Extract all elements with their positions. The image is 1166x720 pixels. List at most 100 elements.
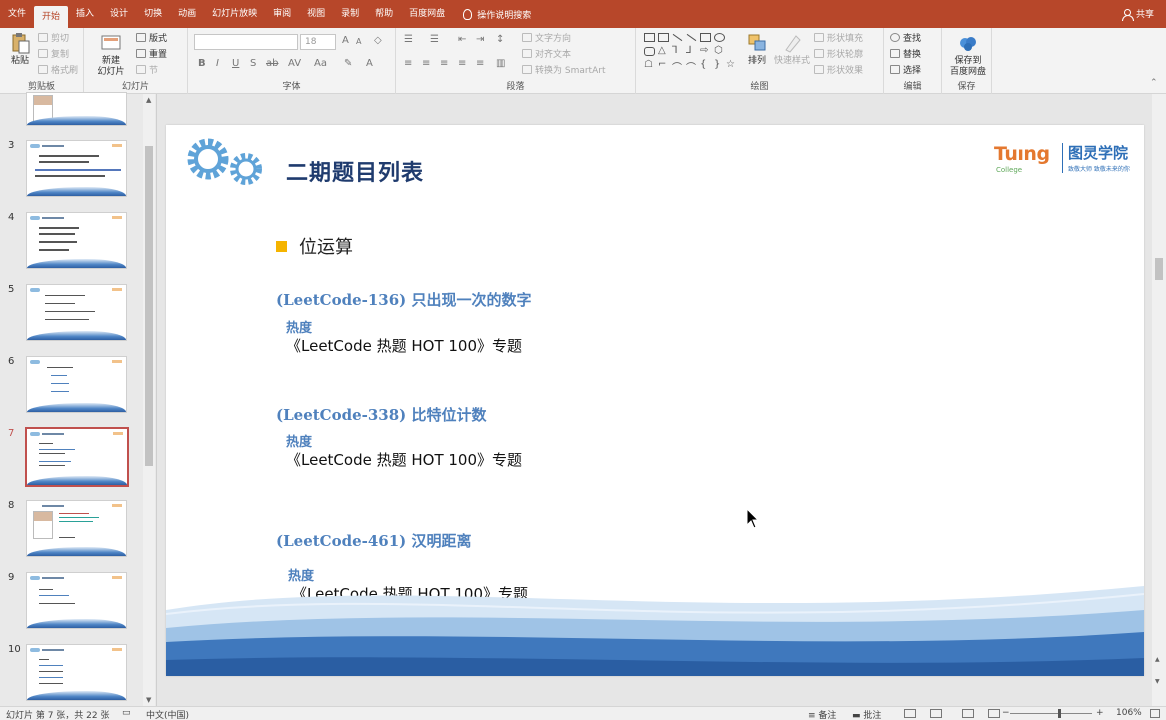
tab-insert[interactable]: 插入 xyxy=(68,3,102,25)
slide-thumb-9[interactable]: 9 xyxy=(0,572,143,634)
slide-canvas[interactable]: 二期题目列表 Tuıng College 图灵学院 致敬大师 致敬未来的你 位运… xyxy=(166,125,1144,676)
tab-record[interactable]: 录制 xyxy=(333,3,367,25)
shape-fill-button[interactable]: 形状填充 xyxy=(814,31,863,44)
rotated-l-shape-icon[interactable]: ⌐ xyxy=(658,59,666,70)
curve-shape-icon[interactable]: ⌒ xyxy=(672,59,682,74)
change-case-button[interactable]: Aa xyxy=(314,58,327,69)
line-shape-icon[interactable] xyxy=(672,33,683,42)
reset-button[interactable]: 重置 xyxy=(136,47,167,60)
char-spacing-button[interactable]: AV xyxy=(288,58,301,69)
scroll-down-icon[interactable]: ▼ xyxy=(146,696,151,704)
align-right-icon[interactable]: ≡ xyxy=(440,58,448,69)
slide-thumb-3[interactable]: 3 xyxy=(0,140,143,202)
spell-check-icon[interactable]: ▭ xyxy=(122,708,131,718)
strikethrough-button[interactable]: ab xyxy=(266,58,278,69)
elbow-connector-shape-icon[interactable]: ⅂ xyxy=(672,45,678,56)
share-button[interactable]: 共享 xyxy=(1121,7,1154,21)
clear-format-icon[interactable]: ◇ xyxy=(374,35,382,46)
slide-sorter-icon[interactable] xyxy=(930,709,942,718)
numbering-icon[interactable]: ☰ xyxy=(430,34,439,45)
tab-view[interactable]: 视图 xyxy=(299,3,333,25)
tab-review[interactable]: 审阅 xyxy=(265,3,299,25)
zoom-in-icon[interactable]: + xyxy=(1096,708,1104,718)
quick-styles-button[interactable]: 快速样式 xyxy=(772,32,812,67)
zoom-slider[interactable] xyxy=(1010,713,1092,714)
smartart-button[interactable]: 转换为 SmartArt xyxy=(522,63,605,76)
tab-baidu-netdisk[interactable]: 百度网盘 xyxy=(401,3,453,25)
triangle-shape-icon[interactable]: △ xyxy=(658,45,666,56)
tab-help[interactable]: 帮助 xyxy=(367,3,401,25)
language-indicator[interactable]: 中文(中国) xyxy=(146,708,189,720)
scroll-thumb[interactable] xyxy=(1155,258,1163,280)
scroll-up-icon[interactable]: ▲ xyxy=(146,96,151,104)
scroll-thumb[interactable] xyxy=(145,146,153,466)
tab-design[interactable]: 设计 xyxy=(102,3,136,25)
copy-button[interactable]: 复制 xyxy=(38,47,69,60)
slide-thumb-5[interactable]: 5 xyxy=(0,284,143,346)
justify-icon[interactable]: ≡ xyxy=(458,58,466,69)
section-heading[interactable]: 位运算 xyxy=(276,233,353,259)
shadow-button[interactable]: S xyxy=(250,58,256,69)
grow-font-button[interactable]: A xyxy=(342,35,349,46)
tell-me-search[interactable]: 操作说明搜索 xyxy=(463,8,531,21)
italic-button[interactable]: I xyxy=(216,58,219,69)
vertical-textbox-shape-icon[interactable] xyxy=(658,33,669,42)
arrange-button[interactable]: 排列 xyxy=(744,32,770,67)
comments-button[interactable]: ▬ 批注 xyxy=(852,708,881,720)
brace-right-shape-icon[interactable]: } xyxy=(714,59,720,70)
slide-thumb-8[interactable]: 8 xyxy=(0,500,143,562)
hexagon-shape-icon[interactable]: ⬡ xyxy=(714,45,723,56)
slideshow-view-icon[interactable] xyxy=(988,709,1000,718)
shape-effects-button[interactable]: 形状效果 xyxy=(814,63,863,76)
select-button[interactable]: 选择 xyxy=(890,63,921,76)
new-slide-button[interactable]: 新建 幻灯片 xyxy=(94,32,128,78)
align-center-icon[interactable]: ≡ xyxy=(422,58,430,69)
slide-thumb-7[interactable]: 7 xyxy=(0,427,143,490)
line-spacing-icon[interactable]: ↕ xyxy=(496,34,504,45)
cut-button[interactable]: 剪切 xyxy=(38,31,69,44)
reading-view-icon[interactable] xyxy=(962,709,974,718)
bold-button[interactable]: B xyxy=(198,58,206,69)
normal-view-icon[interactable] xyxy=(904,709,916,718)
question-title[interactable]: (LeetCode-136) 只出现一次的数字 xyxy=(276,289,532,310)
thumbnail-scrollbar[interactable]: ▲ ▼ xyxy=(143,94,155,706)
arrow-shape-icon[interactable] xyxy=(686,33,697,42)
zoom-out-icon[interactable]: − xyxy=(1002,708,1010,718)
question-title[interactable]: (LeetCode-338) 比特位计数 xyxy=(276,404,487,425)
align-text-button[interactable]: 对齐文本 xyxy=(522,47,571,60)
elbow-arrow-shape-icon[interactable]: ⅃ xyxy=(686,45,692,56)
rounded-rect-shape-icon[interactable] xyxy=(644,47,655,56)
font-size-box[interactable]: 18 xyxy=(300,34,336,50)
underline-button[interactable]: U xyxy=(232,58,239,69)
section-button[interactable]: 节 xyxy=(136,63,158,76)
collapse-ribbon-icon[interactable]: ⌃ xyxy=(1150,78,1158,88)
editor-vertical-scrollbar[interactable]: ▲ ▼ xyxy=(1152,94,1166,706)
font-name-box[interactable] xyxy=(194,34,298,50)
find-button[interactable]: 查找 xyxy=(890,31,921,44)
replace-button[interactable]: 替换 xyxy=(890,47,921,60)
paste-button[interactable]: 粘贴 xyxy=(6,32,34,67)
tab-slideshow[interactable]: 幻灯片放映 xyxy=(204,3,265,25)
notes-button[interactable]: ≡ 备注 xyxy=(808,708,836,720)
arc-shape-icon[interactable]: ⌒ xyxy=(686,59,696,74)
format-painter-button[interactable]: 格式刷 xyxy=(38,63,78,76)
slide-thumb-4[interactable]: 4 xyxy=(0,212,143,274)
increase-indent-icon[interactable]: ⇥ xyxy=(476,34,484,45)
highlight-icon[interactable]: ✎ xyxy=(344,58,352,69)
freeform-shape-icon[interactable]: ☖ xyxy=(644,59,653,70)
layout-button[interactable]: 版式 xyxy=(136,31,167,44)
shapes-gallery[interactable]: △ ⅂ ⅃ ⇨ ⬡ ☖ ⌐ ⌒ ⌒ { } ☆ xyxy=(642,31,736,75)
slide-title[interactable]: 二期题目列表 xyxy=(286,155,424,187)
fit-to-window-icon[interactable] xyxy=(1150,709,1160,718)
textbox-shape-icon[interactable] xyxy=(644,33,655,42)
tab-file[interactable]: 文件 xyxy=(0,3,34,25)
slide-thumb-6[interactable]: 6 xyxy=(0,356,143,418)
brace-left-shape-icon[interactable]: { xyxy=(700,59,706,70)
slide-thumb-10[interactable]: 10 xyxy=(0,644,143,706)
zoom-level[interactable]: 106% xyxy=(1116,708,1142,718)
rectangle-shape-icon[interactable] xyxy=(700,33,711,42)
bullets-icon[interactable]: ☰ xyxy=(404,34,413,45)
tab-animations[interactable]: 动画 xyxy=(170,3,204,25)
text-direction-button[interactable]: 文字方向 xyxy=(522,31,571,44)
tab-transitions[interactable]: 切换 xyxy=(136,3,170,25)
